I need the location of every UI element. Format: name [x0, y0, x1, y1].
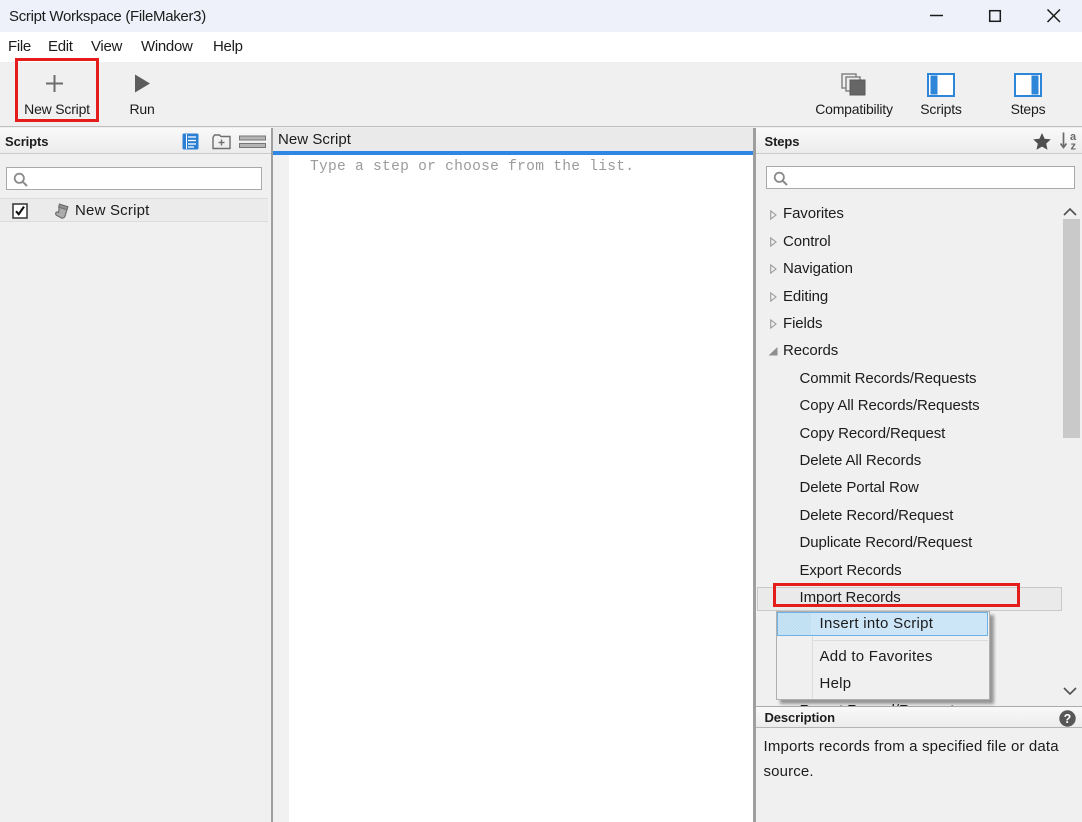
svg-text:?: ? [1063, 712, 1071, 726]
svg-text:z: z [1070, 141, 1076, 151]
